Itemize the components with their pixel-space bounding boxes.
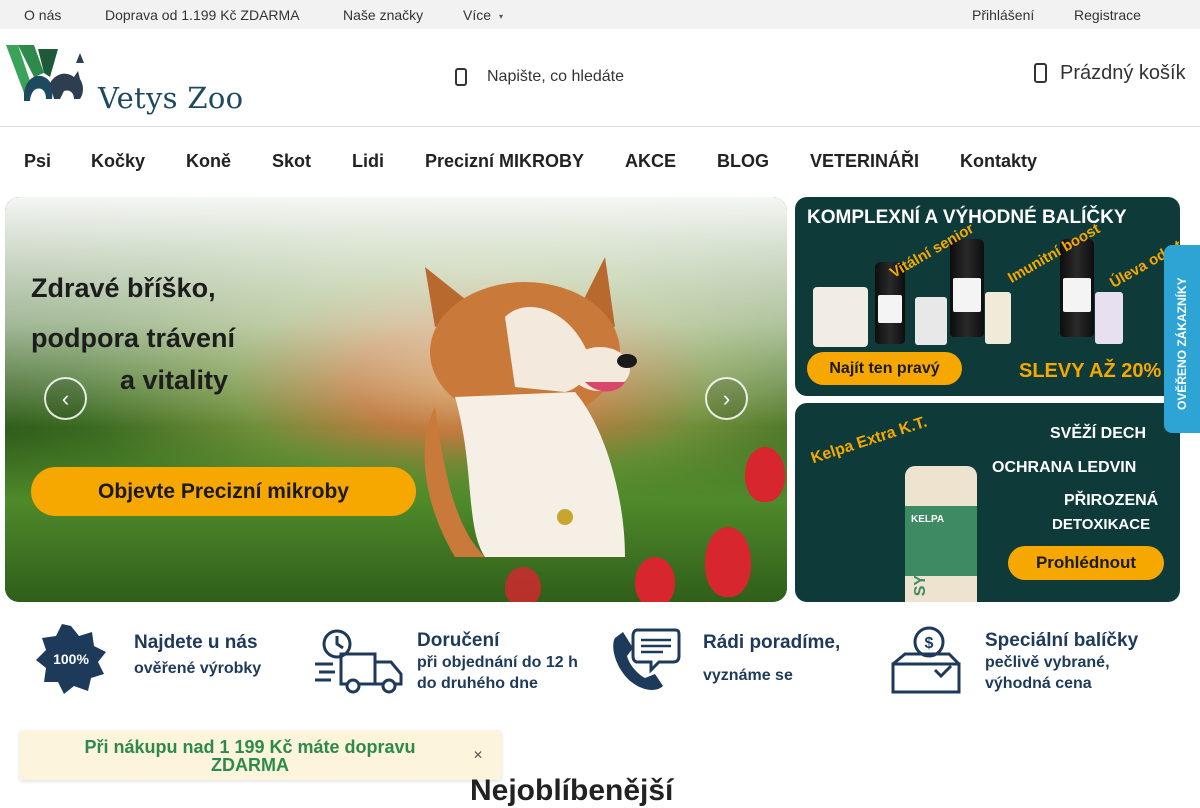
feature-bundles-subtitle: pečlivě vybrané, xyxy=(985,654,1110,671)
sypet-brand-text: SYPET xyxy=(912,543,930,597)
main-nav: Psi Kočky Koně Skot Lidi Precizní MIKROB… xyxy=(0,127,1200,195)
top-bar: O nás Doprava od 1.199 Kč ZDARMA Naše zn… xyxy=(0,0,1200,29)
promo-banner-kelpa[interactable]: Kelpa Extra K.T. KELPA SYPET SVĚŽÍ DECH … xyxy=(795,403,1180,602)
nav-item-contacts[interactable]: Kontakty xyxy=(960,151,1037,172)
search-input[interactable]: Napište, co hledáte xyxy=(487,68,624,86)
features-strip: 100% Najdete u nás ověřené výrobky Doruč… xyxy=(0,618,1200,700)
nav-item-cattle[interactable]: Skot xyxy=(272,151,311,172)
topbar-link-brands[interactable]: Naše značky xyxy=(343,7,423,23)
tulip-flower xyxy=(505,567,541,602)
login-link[interactable]: Přihlášení xyxy=(972,7,1034,23)
feature-verified-title: Najdete u nás xyxy=(134,632,258,653)
promo-banner-bundles[interactable]: KOMPLEXNÍ A VÝHODNÉ BALÍČKY Vitální seni… xyxy=(795,197,1180,396)
tulip-flower xyxy=(705,527,751,597)
nav-item-vets[interactable]: VETERINÁŘI xyxy=(810,151,919,172)
product-jar xyxy=(985,292,1011,344)
cart-button[interactable]: Prázdný košík xyxy=(1030,61,1186,85)
kelpa-benefit-1: SVĚŽÍ DECH xyxy=(1050,425,1147,442)
nav-item-dogs[interactable]: Psi xyxy=(24,151,51,172)
free-shipping-notice: Při nákupu nad 1 199 Kč máte dopravu ZDA… xyxy=(20,731,501,780)
nav-item-horses[interactable]: Koně xyxy=(186,151,231,172)
hero-cta-button[interactable]: Objevte Precizní mikroby xyxy=(31,467,416,516)
feature-delivery-title: Doručení xyxy=(417,630,500,651)
feature-advice-subtitle: vyznáme se xyxy=(703,667,793,684)
feature-bundles-subtitle-2: výhodná cena xyxy=(985,675,1092,692)
nav-item-cats[interactable]: Kočky xyxy=(91,151,145,172)
verified-customers-label: OVĚŘENO ZÁKAZNÍKY xyxy=(1175,277,1189,410)
search-icon xyxy=(455,68,467,86)
quality-badge-text: 100% xyxy=(53,651,89,667)
kelpa-product-name: Kelpa Extra K.T. xyxy=(809,413,930,468)
product-jar xyxy=(915,297,947,345)
svg-text:$: $ xyxy=(925,635,934,652)
hero-slider[interactable]: Zdravé bříško, podpora trávení a vitalit… xyxy=(5,197,787,602)
kelpa-benefit-2: OCHRANA LEDVIN xyxy=(992,459,1137,476)
package-offer-icon: $ xyxy=(891,626,961,694)
feature-verified: 100% Najdete u nás ověřené výrobky xyxy=(34,618,304,700)
feature-advice-title: Rádi poradíme, xyxy=(703,632,841,653)
topbar-link-more[interactable]: Více ▾ xyxy=(463,7,503,23)
kelpa-cta-button[interactable]: Prohlédnout xyxy=(1008,546,1164,580)
hero-title-line2: podpora trávení xyxy=(31,323,236,353)
feature-verified-subtitle: ověřené výrobky xyxy=(134,660,262,677)
dog-image xyxy=(424,257,637,557)
register-link[interactable]: Registrace xyxy=(1074,7,1141,23)
chevron-down-icon: ▾ xyxy=(499,11,504,21)
section-title-popular: Nejoblíbenější xyxy=(470,774,674,807)
nav-item-people[interactable]: Lidi xyxy=(352,151,384,172)
feature-delivery-subtitle: při objednání do 12 h xyxy=(417,654,578,671)
cart-label: Prázdný košík xyxy=(1060,61,1186,84)
hero-title-line3: a vitality xyxy=(120,365,229,395)
feature-delivery: Doručení při objednání do 12 h do druhéh… xyxy=(313,618,598,700)
banner-bundles-cta[interactable]: Najít ten pravý xyxy=(807,352,962,385)
topbar-link-shipping[interactable]: Doprava od 1.199 Kč ZDARMA xyxy=(105,7,300,23)
hero-title-line1: Zdravé bříško, xyxy=(31,273,216,303)
kelpa-benefit-3: PŘIROZENÁ xyxy=(1064,492,1159,509)
feature-bundles: $ Speciální balíčky pečlivě vybrané, výh… xyxy=(889,618,1159,700)
topbar-link-about[interactable]: O nás xyxy=(24,7,61,23)
kelpa-benefit-4: DETOXIKACE xyxy=(1052,516,1151,533)
topbar-more-label: Více xyxy=(463,7,492,23)
site-header: Vetys Zoo Napište, co hledáte Prázdný ko… xyxy=(0,29,1200,127)
tulip-flower xyxy=(745,447,785,502)
banner-discount: SLEVY AŽ 20% xyxy=(1019,360,1162,382)
close-icon[interactable]: ✕ xyxy=(473,748,483,762)
logo-text: Vetys Zoo xyxy=(98,81,244,115)
verified-customers-tab[interactable]: OVĚŘENO ZÁKAZNÍKY xyxy=(1164,245,1200,433)
product-pouch xyxy=(813,287,868,347)
tulip-flower xyxy=(635,557,675,602)
feature-advice: Rádi poradíme, vyznáme se xyxy=(607,618,877,700)
phone-chat-icon xyxy=(613,628,681,690)
feature-bundles-title: Speciální balíčky xyxy=(985,630,1139,651)
logo[interactable]: Vetys Zoo xyxy=(4,43,243,115)
feature-delivery-subtitle-2: do druhého dne xyxy=(417,675,538,692)
nav-item-microbes[interactable]: Precizní MIKROBY xyxy=(425,151,584,172)
slider-next-button[interactable]: › xyxy=(705,377,748,420)
slider-prev-button[interactable]: ‹ xyxy=(44,377,87,420)
kelpa-pouch-name: KELPA xyxy=(911,514,945,525)
product-bottle xyxy=(950,239,984,337)
product-jar xyxy=(1095,292,1123,344)
cart-icon xyxy=(1034,63,1047,83)
nav-item-blog[interactable]: BLOG xyxy=(717,151,769,172)
nav-item-sale[interactable]: AKCE xyxy=(625,151,676,172)
logo-animals-icon xyxy=(6,45,84,101)
search-box[interactable]: Napište, co hledáte xyxy=(450,62,624,92)
free-shipping-text: Při nákupu nad 1 199 Kč máte dopravu ZDA… xyxy=(84,737,416,775)
quality-badge-icon: 100% xyxy=(36,624,106,694)
kelpa-pouch: KELPA SYPET xyxy=(905,466,977,602)
delivery-truck-icon xyxy=(315,629,403,694)
